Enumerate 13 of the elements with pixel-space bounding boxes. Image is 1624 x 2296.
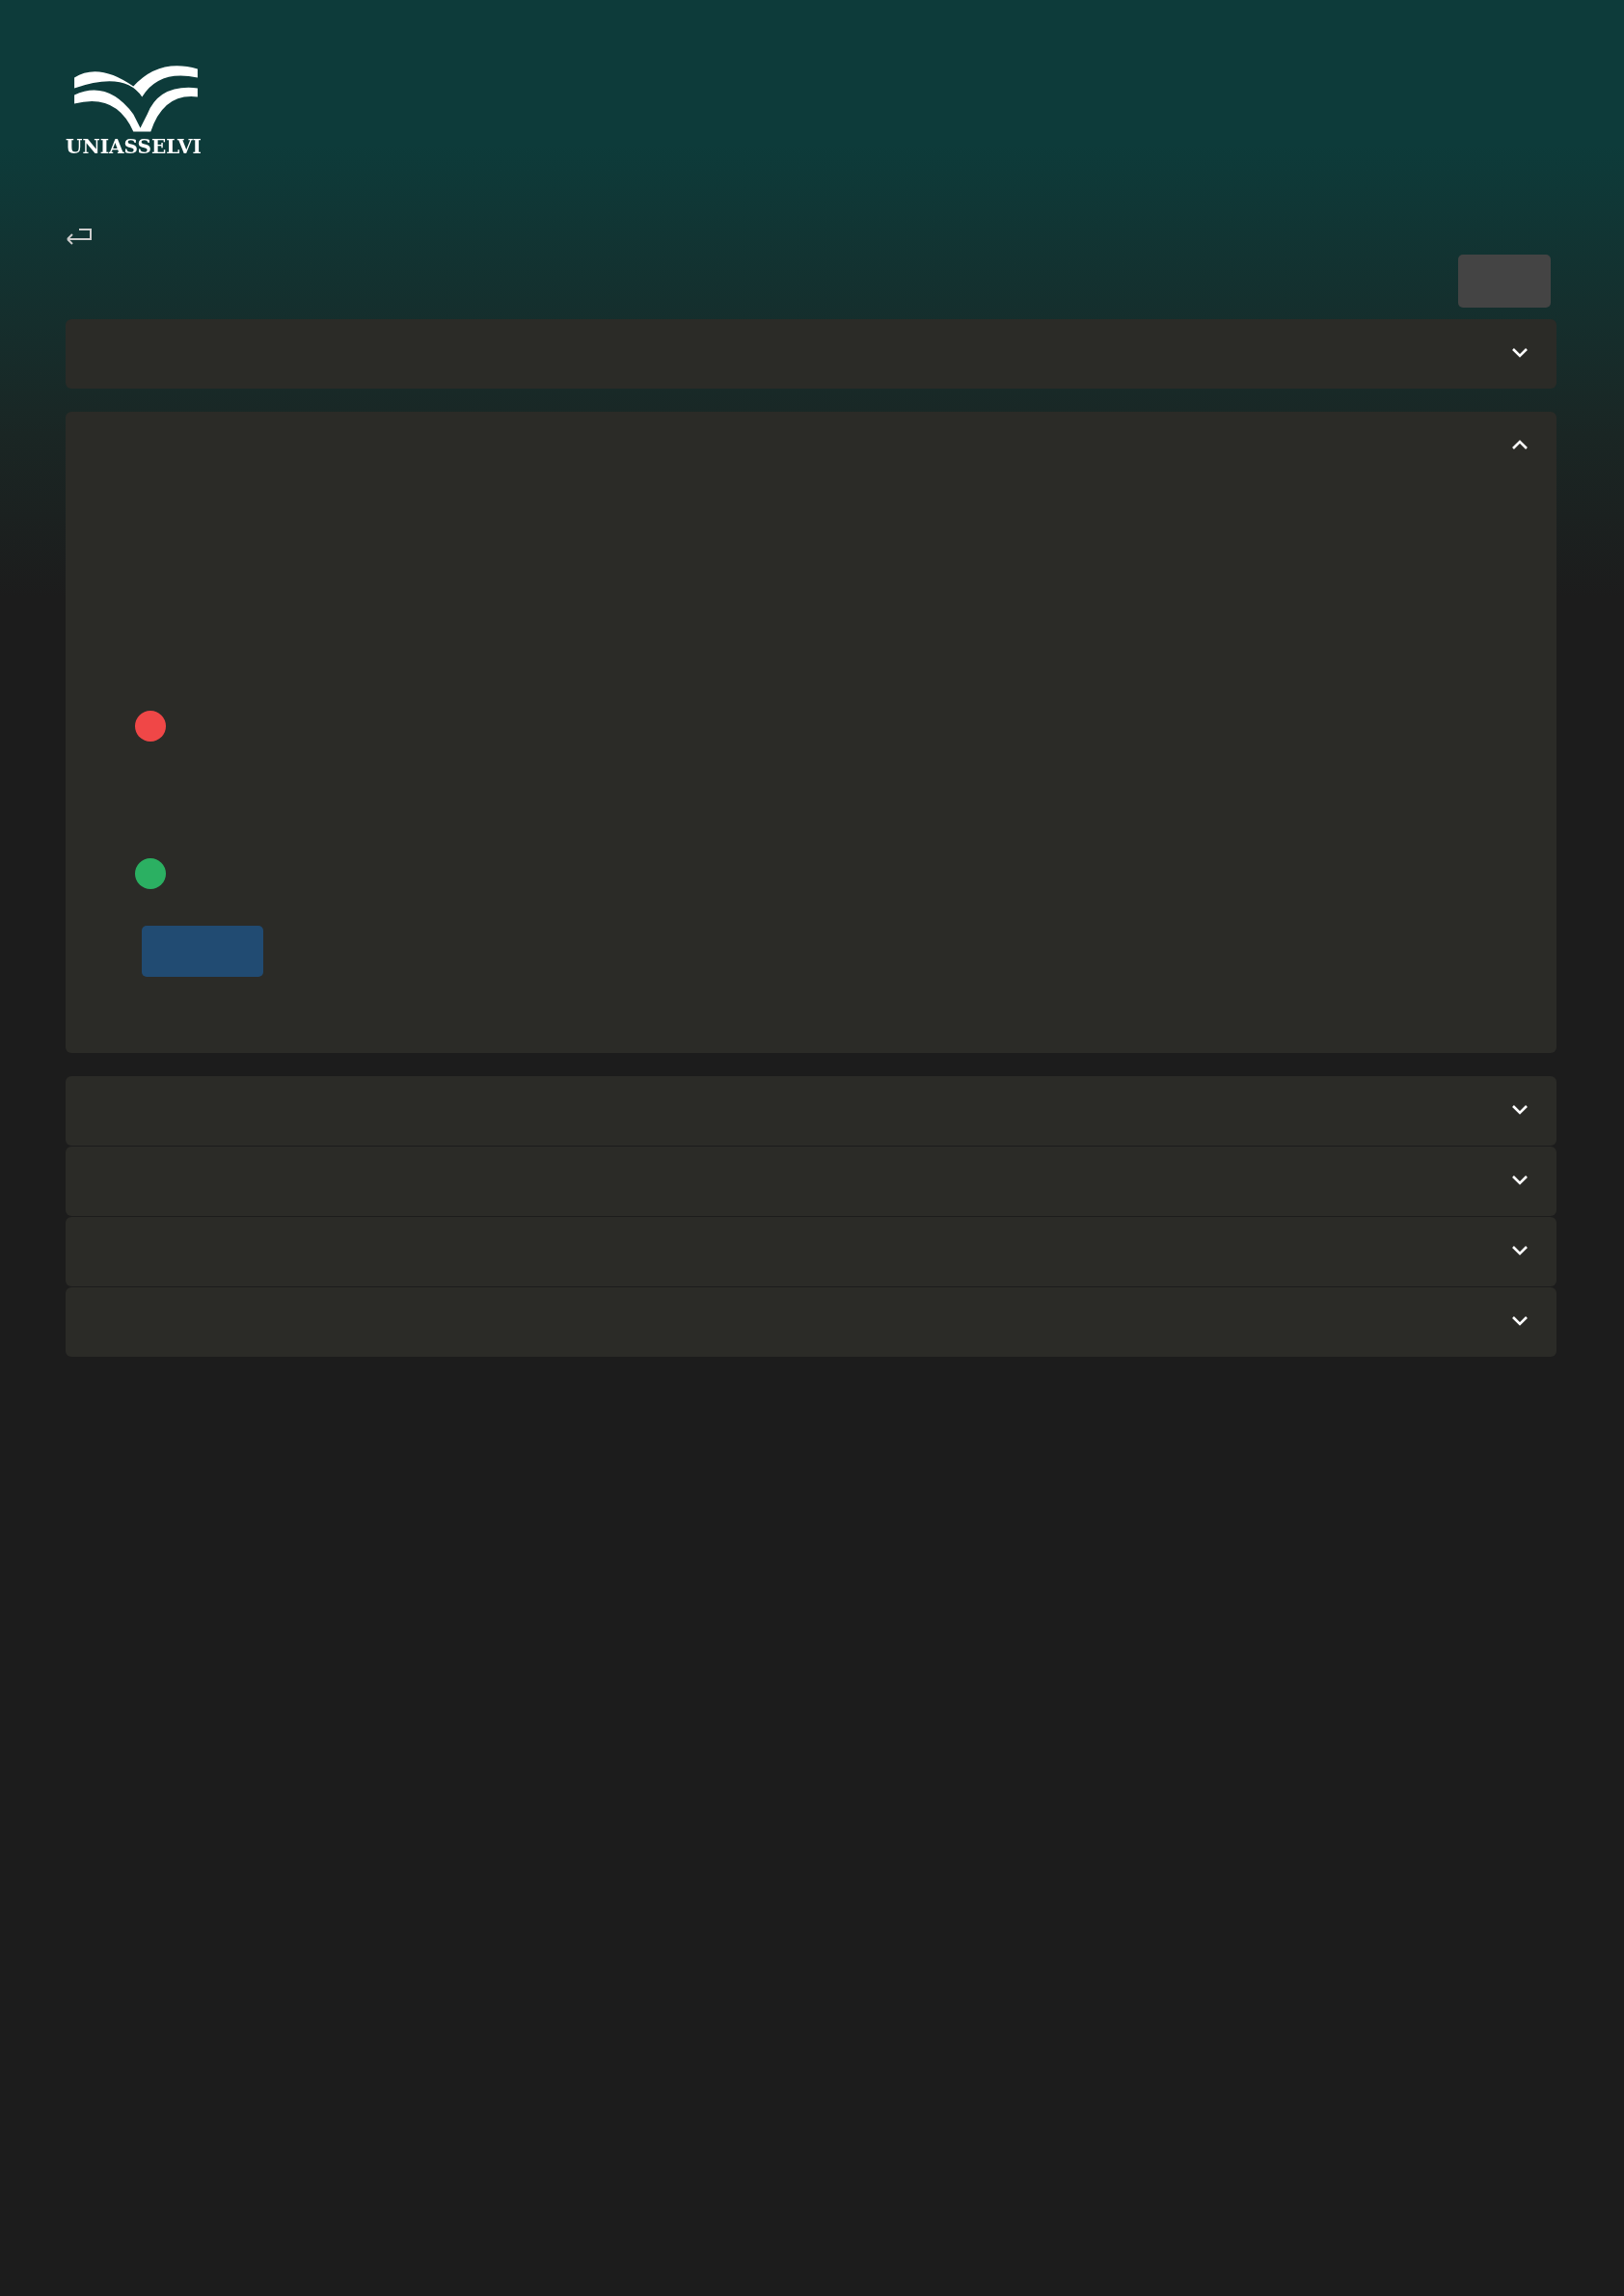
expand-button[interactable] — [1510, 1173, 1529, 1186]
chevron-down-icon — [1510, 1243, 1529, 1256]
chevron-up-icon — [1510, 438, 1529, 451]
logo-text: UNIASSELVI — [66, 137, 202, 156]
expand-button[interactable] — [1510, 1313, 1529, 1327]
chevron-down-icon — [1510, 1102, 1529, 1116]
collapse-button[interactable] — [1510, 438, 1529, 451]
expand-button[interactable] — [1510, 1102, 1529, 1116]
chevron-down-icon — [1510, 345, 1529, 359]
chevron-down-icon — [1510, 1313, 1529, 1327]
expand-button[interactable] — [1510, 1243, 1529, 1256]
expand-button[interactable] — [1510, 345, 1529, 359]
chevron-down-icon — [1510, 1173, 1529, 1186]
